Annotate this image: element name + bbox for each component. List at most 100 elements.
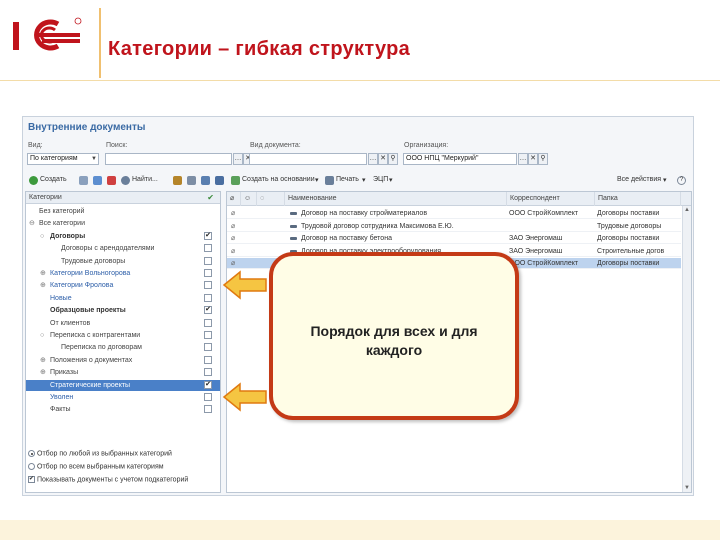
category-label: Без категорий — [39, 208, 85, 215]
list-icon[interactable] — [187, 176, 196, 185]
cell-name: Трудовой договор сотрудника Максимова Е.… — [301, 222, 454, 230]
cell-name: Договор на поставку бетона — [301, 235, 392, 242]
category-item[interactable]: Стратегические проекты ✔ — [26, 379, 220, 391]
filter-any-option[interactable]: Отбор по любой из выбранных категорий — [28, 450, 172, 457]
col-correspondent[interactable]: Корреспондент — [507, 192, 595, 206]
attach-icon[interactable] — [215, 176, 224, 185]
radio-icon — [28, 450, 35, 457]
help-button[interactable]: ? — [677, 176, 686, 185]
expand-toggle-icon[interactable]: ○ — [40, 231, 44, 242]
category-checkbox[interactable] — [204, 256, 212, 265]
category-item[interactable]: От клиентов — [26, 318, 220, 329]
expand-toggle-icon[interactable]: ⊕ — [40, 355, 46, 366]
expand-toggle-icon[interactable]: ⊕ — [40, 268, 46, 279]
callout-box: Порядок для всех и для каждого — [269, 252, 519, 420]
find-button[interactable]: Найти... — [132, 176, 158, 183]
check-all-icon[interactable]: ✔ — [207, 192, 214, 204]
category-item[interactable]: ⊖ Все категории — [26, 218, 220, 229]
category-label: Все категории — [39, 220, 85, 228]
callout-text: Порядок для всех и для каждого — [310, 323, 478, 358]
grid-scrollbar[interactable]: ▲ ▼ — [682, 206, 691, 492]
all-actions-dropdown[interactable]: ▾ — [663, 176, 667, 184]
col-folder[interactable]: Папка — [595, 192, 681, 206]
category-item[interactable]: Факты — [26, 404, 220, 415]
category-checkbox[interactable] — [204, 281, 212, 290]
expand-toggle-icon[interactable]: ⊖ — [29, 218, 35, 229]
type-select[interactable]: По категориям ▼ — [27, 153, 99, 165]
create-based-dropdown[interactable]: ▾ — [315, 176, 319, 184]
category-checkbox[interactable] — [204, 405, 212, 414]
clear-filter-icon[interactable] — [173, 176, 182, 185]
category-checkbox[interactable] — [204, 244, 212, 253]
table-row[interactable]: ⌀ Трудовой договор сотрудника Максимова Е… — [227, 221, 681, 232]
category-checkbox[interactable]: ✔ — [204, 306, 212, 315]
category-checkbox[interactable] — [204, 293, 212, 302]
category-item[interactable]: Без категорий — [26, 206, 220, 217]
paperclip-icon: ⌀ — [231, 247, 236, 255]
org-input[interactable]: ООО НПЦ "Меркурий" — [403, 153, 517, 165]
category-item[interactable]: Новые — [26, 293, 220, 304]
search-input[interactable] — [105, 153, 232, 165]
org-search-button[interactable]: ⚲ — [538, 153, 548, 165]
category-item[interactable]: ⊕ Категории Вольногорова — [26, 268, 220, 279]
paperclip-icon: ⌀ — [231, 260, 236, 267]
category-item[interactable]: Образцовые проекты ✔ — [26, 305, 220, 316]
expand-toggle-icon[interactable]: ○ — [40, 330, 44, 341]
all-actions-button[interactable]: Все действия — [617, 176, 661, 183]
table-row[interactable]: ⌀ Договор на поставку стройматериалов ООО … — [227, 208, 681, 219]
category-checkbox[interactable] — [204, 318, 212, 327]
category-item[interactable]: ⊕ Приказы — [26, 367, 220, 378]
category-item[interactable]: ⊕ Положения о документах — [26, 355, 220, 366]
slide: Категории – гибкая структура Внутренние … — [0, 0, 720, 540]
eds-button[interactable]: ЭЦП — [373, 176, 388, 183]
category-checkbox[interactable]: ✔ — [204, 380, 212, 389]
create-based-icon — [231, 176, 240, 185]
print-button[interactable]: Печать — [336, 176, 359, 183]
scroll-down-icon[interactable]: ▼ — [683, 485, 691, 491]
category-checkbox[interactable] — [204, 368, 212, 377]
org-clear-button[interactable]: ✕ — [528, 153, 538, 165]
category-item[interactable]: Переписка по договорам — [26, 342, 220, 353]
filter-all-option[interactable]: Отбор по всем выбранным категориям — [28, 463, 164, 470]
category-checkbox[interactable] — [204, 269, 212, 277]
doctype-input[interactable] — [249, 153, 367, 165]
edit-icon[interactable] — [93, 176, 102, 185]
create-based-button[interactable]: Создать на основании — [242, 176, 315, 183]
org-choose-button[interactable]: … — [518, 153, 528, 165]
category-item[interactable]: ⊕ Категории Фролова — [26, 280, 220, 291]
category-item[interactable]: Договоры с арендодателями — [26, 243, 220, 254]
search-choose-button[interactable]: … — [233, 153, 243, 165]
expand-toggle-icon[interactable]: ⊕ — [40, 367, 46, 378]
category-checkbox[interactable] — [204, 393, 212, 401]
category-checkbox[interactable] — [204, 355, 212, 364]
cell-name: Договор на поставку стройматериалов — [301, 210, 428, 217]
doctype-choose-button[interactable]: … — [368, 153, 378, 165]
scroll-up-icon[interactable]: ▲ — [683, 207, 691, 213]
paperclip-icon: ⌀ — [231, 222, 236, 230]
cell-folder: Договоры поставки — [597, 235, 660, 242]
cell-correspondent: ЗАО Энергомаш — [509, 247, 563, 255]
state-col-icon[interactable]: ◌ — [257, 192, 285, 206]
expand-toggle-icon[interactable]: ⊕ — [40, 280, 46, 291]
attachment-col-icon[interactable]: ⌀ — [227, 192, 241, 206]
doctype-clear-button[interactable]: ✕ — [378, 153, 388, 165]
category-item[interactable]: ○ Переписка с контрагентами — [26, 330, 220, 341]
category-checkbox[interactable] — [204, 343, 212, 352]
doctype-search-button[interactable]: ⚲ — [388, 153, 398, 165]
category-item[interactable]: Уволен — [26, 392, 220, 403]
eds-dropdown[interactable]: ▾ — [389, 176, 393, 184]
print-dropdown[interactable]: ▾ — [362, 176, 366, 184]
category-checkbox[interactable]: ✔ — [204, 231, 212, 240]
category-item[interactable]: Трудовые договоры — [26, 256, 220, 267]
delete-icon[interactable] — [107, 176, 116, 185]
category-checkbox[interactable] — [204, 331, 212, 339]
cell-folder: Строительные догов — [597, 247, 665, 255]
person-col-icon[interactable]: ☺ — [241, 192, 257, 206]
copy-icon[interactable] — [79, 176, 88, 185]
create-button[interactable]: Создать — [40, 176, 67, 183]
col-name[interactable]: Наименование — [285, 192, 507, 206]
table-row[interactable]: ⌀ Договор на поставку бетона ЗАО Энергомаш… — [227, 233, 681, 244]
folder-icon[interactable] — [201, 176, 210, 185]
show-subcategories-checkbox[interactable]: ✔ Показывать документы с учетом подкатего… — [28, 476, 188, 483]
category-item[interactable]: ○ Договоры ✔ — [26, 231, 220, 242]
